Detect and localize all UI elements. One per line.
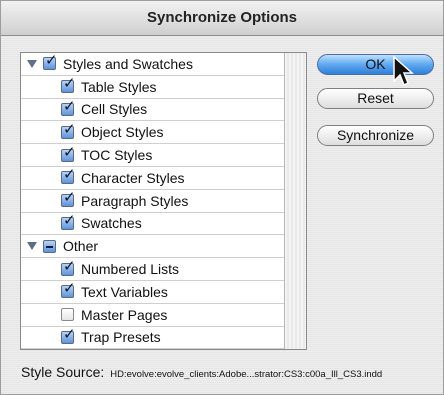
synchronize-button[interactable]: Synchronize: [317, 125, 434, 146]
list-item-label: Paragraph Styles: [81, 192, 189, 209]
list-item[interactable]: ✓ Trap Presets: [21, 327, 284, 349]
checkbox[interactable]: ✓: [61, 190, 76, 208]
checkmark-icon: ✓: [63, 166, 76, 184]
checkmark-icon: ✓: [45, 52, 58, 70]
checkmark-icon: ✓: [63, 211, 76, 229]
list-item-label: Trap Presets: [81, 329, 161, 346]
list-item[interactable]: ✓ Table Styles: [21, 76, 284, 99]
list-item[interactable]: ✓ Character Styles: [21, 167, 284, 190]
checkbox[interactable]: [43, 239, 56, 253]
list-item[interactable]: ✓ Cell Styles: [21, 99, 284, 122]
disclosure-triangle-icon[interactable]: [27, 242, 37, 251]
dialog-title: Synchronize Options: [1, 1, 443, 36]
checkmark-icon: ✓: [63, 325, 76, 343]
list-item-label: Other: [63, 238, 99, 255]
synchronize-options-dialog: Synchronize Options ✓ Styles and Swatches…: [0, 0, 444, 395]
list-item-label: Styles and Swatches: [63, 55, 193, 72]
mouse-pointer-icon: [393, 55, 414, 87]
list-item[interactable]: ✓ Text Variables: [21, 281, 284, 304]
list-item-label: TOC Styles: [81, 147, 153, 164]
list-item-label: Table Styles: [81, 78, 157, 95]
disclosure-triangle-icon[interactable]: [27, 59, 37, 68]
checkbox[interactable]: ✓: [61, 213, 76, 230]
list-item[interactable]: Other: [21, 235, 284, 259]
checkmark-icon: ✓: [63, 97, 76, 115]
checkbox[interactable]: ✓: [61, 327, 76, 344]
list-item-label: Object Styles: [81, 124, 164, 141]
options-rows: ✓ Styles and Swatches ✓ Table Styles ✓ Cell S…: [21, 53, 284, 349]
list-item[interactable]: ✓ Object Styles: [21, 121, 284, 145]
style-source-label: Style Source:: [21, 364, 105, 380]
checkmark-icon: ✓: [63, 189, 76, 207]
checkmark-icon: ✓: [63, 120, 76, 138]
list-item-label: Cell Styles: [81, 101, 148, 118]
style-source: Style Source: HD:evolve:evolve_clients:Ad…: [21, 364, 441, 380]
checkbox[interactable]: ✓: [61, 99, 76, 116]
list-item[interactable]: ✓ Swatches: [21, 213, 284, 236]
list-scrollbar[interactable]: [284, 53, 306, 349]
checkmark-icon: ✓: [63, 280, 76, 298]
checkbox[interactable]: ✓: [61, 145, 76, 162]
list-item[interactable]: ✓ TOC Styles: [21, 144, 284, 167]
checkmark-icon: ✓: [63, 75, 76, 93]
checkbox[interactable]: ✓: [61, 122, 76, 139]
checkmark-icon: ✓: [63, 143, 76, 161]
options-list[interactable]: ✓ Styles and Swatches ✓ Table Styles ✓ Cell S…: [20, 52, 307, 350]
list-item[interactable]: ✓ Styles and Swatches: [21, 53, 284, 76]
list-item[interactable]: ✓ Numbered Lists: [21, 258, 284, 281]
list-item-label: Character Styles: [81, 169, 185, 186]
checkbox[interactable]: [61, 308, 74, 322]
list-item-label: Master Pages: [81, 306, 168, 323]
checkbox[interactable]: ✓: [61, 259, 76, 276]
checkbox[interactable]: ✓: [43, 53, 58, 71]
list-item[interactable]: Master Pages: [21, 304, 284, 327]
list-item-label: Numbered Lists: [81, 261, 180, 278]
checkbox[interactable]: ✓: [61, 76, 76, 94]
reset-button[interactable]: Reset: [317, 88, 434, 109]
list-item-label: Swatches: [81, 215, 142, 232]
checkmark-icon: ✓: [63, 257, 76, 275]
style-source-path: HD:evolve:evolve_clients:Adobe...strator…: [110, 369, 383, 380]
checkbox[interactable]: ✓: [61, 281, 76, 299]
checkbox[interactable]: ✓: [61, 167, 76, 185]
list-item-label: Text Variables: [81, 283, 168, 300]
list-item[interactable]: ✓ Paragraph Styles: [21, 190, 284, 213]
mixed-state-icon: [46, 245, 53, 248]
